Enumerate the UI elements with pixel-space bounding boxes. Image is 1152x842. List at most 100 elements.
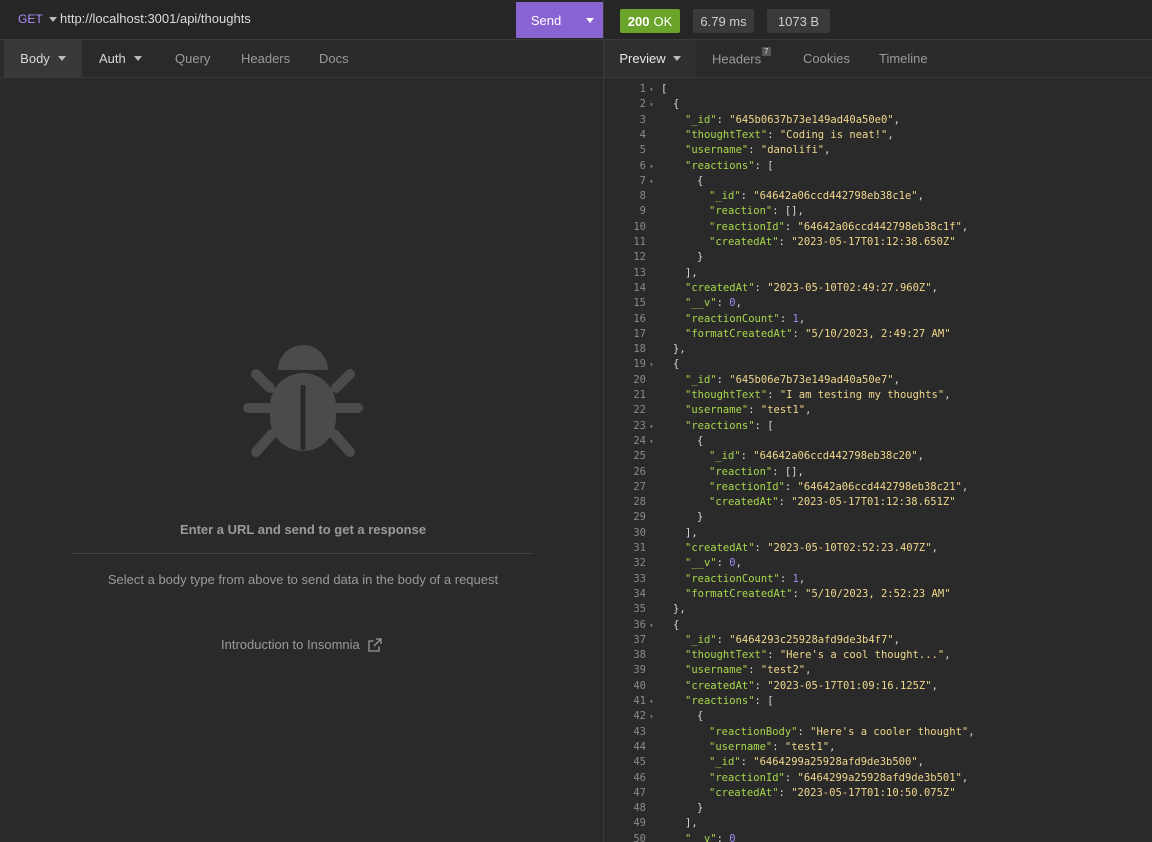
- code-line: 14 "createdAt": "2023-05-10T02:49:27.960Z…: [604, 281, 1152, 296]
- json-punct: ,: [829, 740, 836, 753]
- code-line: 13],: [604, 266, 1152, 281]
- json-punct: ,: [893, 633, 900, 646]
- json-key: "username": [685, 664, 749, 677]
- code-line: 23 ▾ "reactions": [: [604, 419, 1152, 434]
- fold-toggle-icon[interactable]: ▾: [649, 694, 654, 709]
- response-body-viewer[interactable]: 1 ▾[2 ▾{3 "_id": "645b0637b73e149ad40a50e0"…: [604, 82, 1152, 842]
- line-number: 25: [633, 450, 646, 463]
- json-punct: :: [779, 572, 793, 585]
- tab-preview[interactable]: Preview: [604, 40, 696, 77]
- json-key: "reaction": [709, 465, 773, 478]
- code-text: "reaction": [],: [709, 465, 804, 480]
- code-text: }: [697, 250, 703, 265]
- code-text: "reactionId": "64642a06ccd442798eb38c21"…: [709, 480, 968, 495]
- fold-toggle-icon[interactable]: ▾: [649, 709, 654, 724]
- code-line: 30],: [604, 526, 1152, 541]
- code-line: 46 "reactionId": "6464299a25928afd9de3b50…: [604, 771, 1152, 786]
- fold-toggle-icon[interactable]: ▾: [649, 97, 654, 112]
- intro-insomnia-link[interactable]: Introduction to Insomnia: [221, 637, 382, 652]
- tab-response-headers[interactable]: Headers 7: [712, 40, 771, 77]
- tab-cookies[interactable]: Cookies: [803, 40, 850, 77]
- url-input[interactable]: http://localhost:3001/api/thoughts: [60, 11, 251, 26]
- json-punct: [: [661, 83, 668, 95]
- line-number: 15: [633, 297, 646, 310]
- json-punct: :: [772, 740, 785, 753]
- fold-toggle-icon[interactable]: ▾: [649, 357, 654, 372]
- tab-body[interactable]: Body: [4, 40, 82, 77]
- line-number: 37: [633, 633, 646, 646]
- line-number: 32: [633, 557, 646, 570]
- line-number: 36: [633, 618, 646, 631]
- fold-toggle-icon[interactable]: ▾: [649, 434, 654, 449]
- json-punct: ,: [805, 404, 812, 417]
- fold-toggle-icon[interactable]: ▾: [649, 82, 654, 97]
- json-key: "createdAt": [685, 281, 755, 294]
- code-line: 3 "_id": "645b0637b73e149ad40a50e0",: [604, 113, 1152, 128]
- fold-toggle-icon[interactable]: ▾: [649, 618, 654, 633]
- code-line: 6 ▾ "reactions": [: [604, 159, 1152, 174]
- code-text: "__v": 0,: [685, 296, 742, 311]
- code-line: 20 "_id": "645b06e7b73e149ad40a50e7",: [604, 373, 1152, 388]
- status-text: OK: [653, 13, 673, 29]
- line-number: 8: [639, 190, 646, 203]
- tab-docs[interactable]: Docs: [319, 40, 349, 77]
- tab-timeline[interactable]: Timeline: [879, 40, 928, 77]
- json-punct: :: [778, 496, 792, 509]
- chevron-down-icon: [133, 56, 142, 61]
- send-options-button[interactable]: [576, 2, 603, 38]
- code-line: 7 ▾ {: [604, 174, 1152, 189]
- json-string: "2023-05-17T01:10:50.075Z": [791, 786, 956, 799]
- code-text: "reactions": [: [685, 159, 774, 174]
- json-key: "thoughtText": [685, 128, 768, 141]
- json-key: "createdAt": [709, 236, 779, 248]
- json-punct: :: [748, 664, 761, 677]
- json-key: "createdAt": [685, 542, 755, 554]
- json-punct: :: [784, 480, 798, 493]
- json-key: "reactionBody": [709, 725, 798, 738]
- json-punct: ,: [893, 373, 900, 386]
- link-label: Introduction to Insomnia: [221, 637, 360, 652]
- json-punct: ,: [931, 281, 938, 294]
- json-key: "reactionCount": [685, 312, 780, 325]
- fold-toggle-icon[interactable]: ▾: [649, 159, 654, 174]
- fold-toggle-icon[interactable]: ▾: [649, 174, 654, 189]
- json-punct: :: [754, 679, 768, 692]
- code-text: "_id": "645b0637b73e149ad40a50e0",: [685, 113, 900, 128]
- json-string: "6464299a25928afd9de3b500": [753, 756, 918, 769]
- code-line: 37 "_id": "6464293c25928afd9de3b4f7",: [604, 633, 1152, 648]
- code-line: 17 "formatCreatedAt": "5/10/2023, 2:49:27…: [604, 327, 1152, 342]
- line-number: 23: [633, 419, 646, 432]
- line-number: 13: [633, 266, 646, 279]
- code-line: 41 ▾ "reactions": [: [604, 694, 1152, 709]
- json-key: "formatCreatedAt": [685, 587, 793, 600]
- code-line: 22 "username": "test1",: [604, 403, 1152, 418]
- json-punct: :: [792, 327, 806, 340]
- tab-query[interactable]: Query: [175, 40, 210, 77]
- response-time-badge: 6.79 ms: [693, 9, 754, 33]
- tab-label: Body: [20, 51, 50, 66]
- code-text: "createdAt": "2023-05-17T01:09:16.125Z",: [685, 679, 938, 694]
- json-punct: : [: [754, 419, 774, 432]
- json-punct: :: [748, 144, 761, 157]
- line-number: 18: [633, 343, 646, 356]
- tab-headers[interactable]: Headers: [241, 40, 290, 77]
- code-text: "_id": "645b06e7b73e149ad40a50e7",: [685, 373, 900, 388]
- code-line: 40 "createdAt": "2023-05-17T01:09:16.125Z…: [604, 679, 1152, 694]
- line-number: 14: [633, 281, 646, 294]
- json-key: "reactions": [685, 419, 755, 432]
- code-line: 4 "thoughtText": "Coding is neat!",: [604, 128, 1152, 143]
- line-number: 11: [633, 236, 646, 248]
- json-punct: :: [716, 373, 730, 386]
- chevron-down-icon: [48, 16, 57, 22]
- code-line: 10 "reactionId": "64642a06ccd442798eb38c1…: [604, 220, 1152, 235]
- url-bar: GET http://localhost:3001/api/thoughts S…: [0, 0, 603, 40]
- response-tabs: Preview Headers 7 Cookies Timeline: [604, 40, 1152, 78]
- tab-auth[interactable]: Auth: [99, 40, 142, 77]
- code-text: "formatCreatedAt": "5/10/2023, 2:52:23 A…: [685, 587, 951, 602]
- code-line: 31 "createdAt": "2023-05-10T02:52:23.407Z…: [604, 541, 1152, 556]
- fold-toggle-icon[interactable]: ▾: [649, 419, 654, 434]
- json-key: "formatCreatedAt": [685, 327, 793, 340]
- code-text: "createdAt": "2023-05-10T02:49:27.960Z",: [685, 281, 938, 296]
- method-dropdown[interactable]: GET: [18, 12, 57, 26]
- send-button[interactable]: Send: [516, 2, 576, 38]
